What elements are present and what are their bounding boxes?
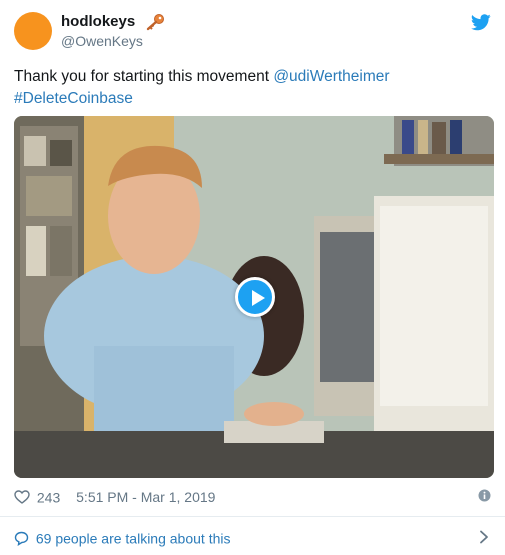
play-button[interactable] xyxy=(235,277,275,317)
tweet-text: Thank you for starting this movement @ud… xyxy=(14,66,491,110)
info-icon[interactable] xyxy=(478,489,491,502)
tweet-header: hodlokeys @OwenKeys xyxy=(14,12,491,52)
display-name[interactable]: hodlokeys xyxy=(61,13,135,31)
tweet-timestamp[interactable]: 5:51 PM - Mar 1, 2019 xyxy=(76,489,215,505)
play-icon xyxy=(252,290,265,306)
hashtag-link[interactable]: #DeleteCoinbase xyxy=(14,90,133,107)
like-count[interactable]: 243 xyxy=(37,489,60,505)
talking-count[interactable]: 69 people are talking about this xyxy=(36,530,231,546)
tweet-meta: 243 5:51 PM - Mar 1, 2019 xyxy=(14,486,491,506)
chevron-right-icon[interactable] xyxy=(479,530,489,544)
video-thumbnail[interactable] xyxy=(14,116,494,478)
avatar[interactable] xyxy=(14,12,52,50)
speech-bubble-icon xyxy=(14,531,29,546)
key-icon xyxy=(146,14,164,31)
embedded-tweet-card: hodlokeys @OwenKeys Thank you for starti… xyxy=(0,0,505,555)
author-block[interactable]: hodlokeys @OwenKeys xyxy=(61,13,165,50)
twitter-bird-icon[interactable] xyxy=(471,14,491,31)
heart-icon[interactable] xyxy=(14,490,30,505)
mention-link[interactable]: @udiWertheimer xyxy=(273,68,389,85)
conversation-link[interactable]: 69 people are talking about this xyxy=(14,527,491,547)
tweet-text-body: Thank you for starting this movement xyxy=(14,68,274,85)
handle[interactable]: @OwenKeys xyxy=(61,32,165,50)
divider xyxy=(0,516,505,517)
